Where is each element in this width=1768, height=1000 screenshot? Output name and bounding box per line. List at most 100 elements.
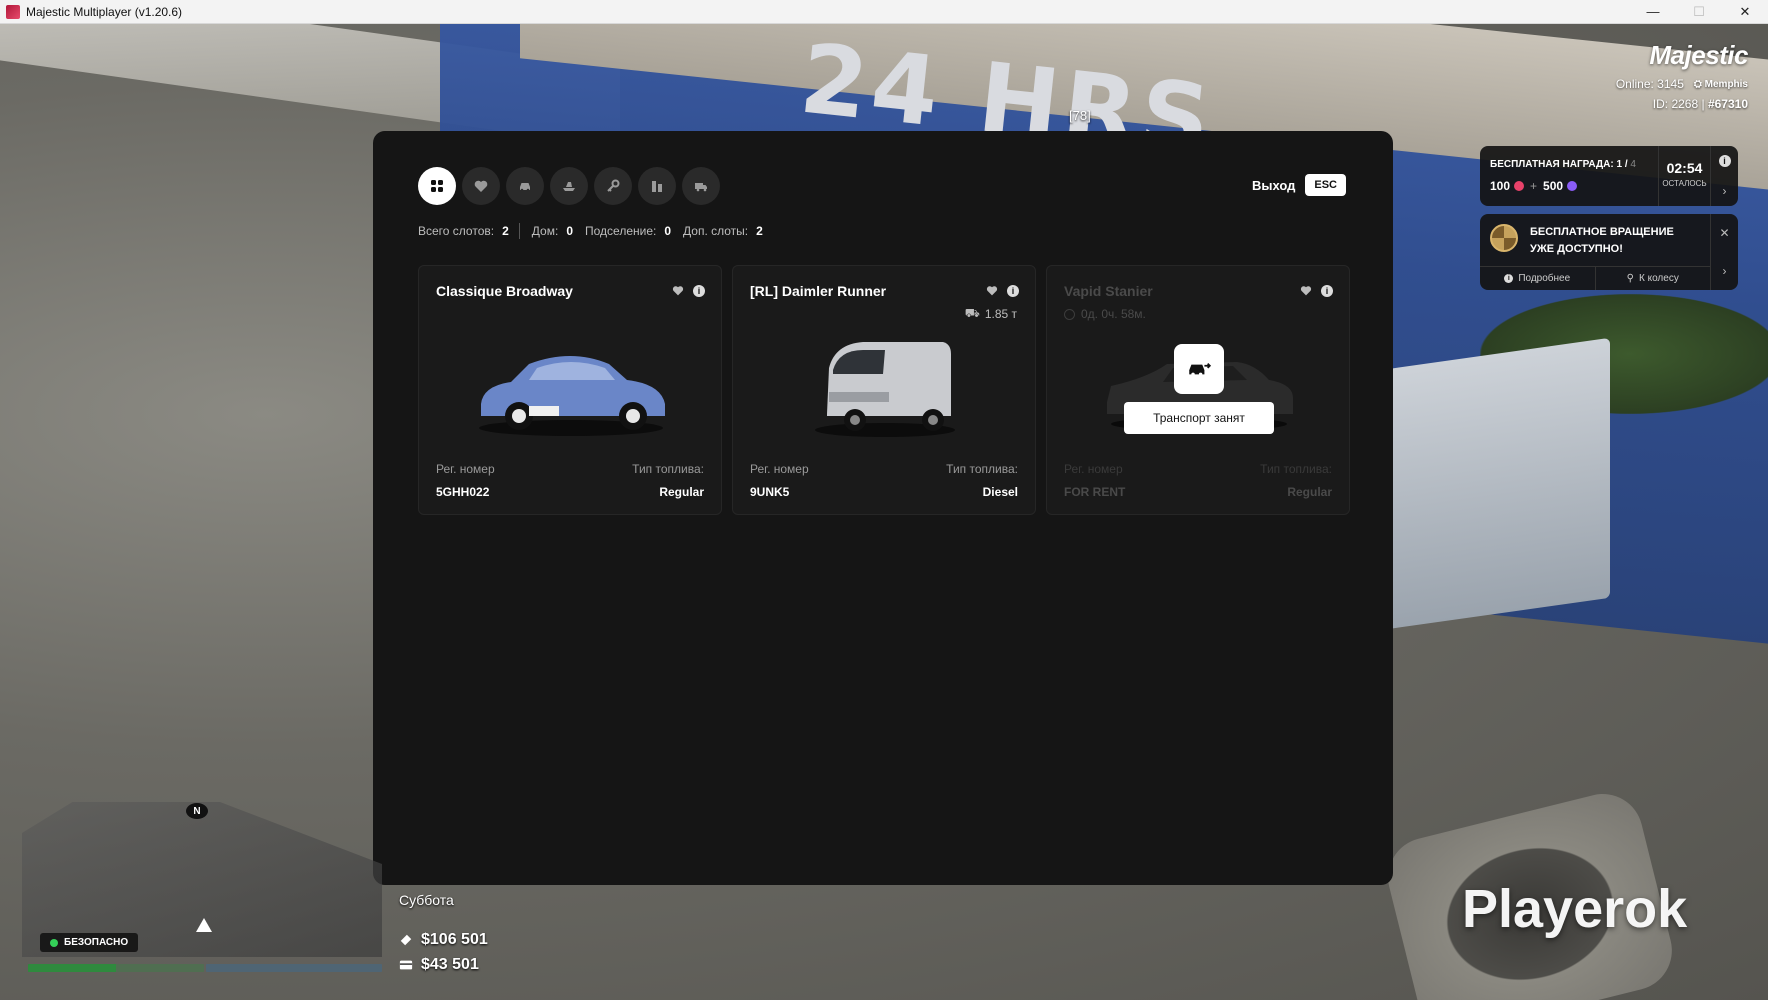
player-arrow-icon: [196, 918, 212, 932]
cash-balance: $106 501: [399, 931, 488, 949]
tab-trucks[interactable]: [682, 167, 720, 205]
app-icon: [6, 4, 20, 19]
classic-car-image: [479, 356, 665, 436]
reward-time: 02:54: [1666, 160, 1703, 176]
info-icon[interactable]: i: [1007, 284, 1019, 297]
spin-title: БЕСПЛАТНОЕ ВРАЩЕНИЕ УЖЕ ДОСТУПНО!: [1530, 226, 1674, 255]
zone-status: БЕЗОПАСНО: [40, 933, 139, 952]
chevron-right-icon[interactable]: ›: [1723, 264, 1727, 278]
close-icon[interactable]: ✕: [1719, 226, 1729, 240]
server-name: ⛭ Memphis: [1693, 78, 1748, 90]
tab-boats[interactable]: [550, 167, 588, 205]
fuel-value: Diesel: [982, 485, 1018, 499]
window-title: Majestic Multiplayer (v1.20.6): [26, 4, 183, 19]
free-spin-notification: БЕСПЛАТНОЕ ВРАЩЕНИЕ УЖЕ ДОСТУПНО! i Подр…: [1480, 214, 1738, 290]
tab-favorites[interactable]: [462, 167, 500, 205]
garage-panel: Выход ESC Всего слотов: 2 Дом: 0 Подселени…: [373, 131, 1393, 885]
window-controls: — ☐ ✕: [1630, 0, 1768, 24]
trash-bin: [1380, 337, 1610, 631]
spin-actions: i Подробнее ⚲ К колесу: [1480, 266, 1710, 290]
status-dot-icon: [50, 938, 58, 947]
vehicle-card[interactable]: Vapid Stanier i 0д. 0ч. 58м. Транспорт з…: [1046, 265, 1350, 515]
location-pin-icon: ⚲: [1626, 273, 1634, 284]
vehicle-name: [RL] Daimler Runner: [750, 283, 887, 299]
heart-icon: [474, 180, 488, 192]
info-icon[interactable]: i: [1718, 154, 1731, 167]
truck-icon: ⛟: [964, 306, 980, 320]
fuel-value: Regular: [659, 485, 704, 499]
rent-time-value: 0д. 0ч. 58м.: [1081, 307, 1146, 321]
card-actions: i: [671, 284, 705, 297]
details-button[interactable]: i Подробнее: [1480, 267, 1595, 290]
gem-icon: [1567, 181, 1578, 191]
maximize-button[interactable]: ☐: [1676, 0, 1722, 24]
tab-all[interactable]: [418, 167, 456, 205]
wheel-icon: [1490, 224, 1518, 252]
chevron-right-icon[interactable]: ›: [1723, 184, 1727, 198]
vehicle-card[interactable]: Classique Broadway i Рег. номер Тип топл…: [418, 265, 722, 515]
reg-label: Рег. номер: [750, 462, 809, 476]
reward-total: 4: [1630, 159, 1636, 170]
vehicle-name: Vapid Stanier: [1064, 283, 1153, 299]
tab-cars[interactable]: [506, 167, 544, 205]
cash-value: $106 501: [421, 931, 488, 948]
vehicle-list: Classique Broadway i Рег. номер Тип топл…: [418, 265, 1350, 515]
plus-sign: +: [1530, 179, 1538, 193]
reg-label: Рег. номер: [436, 462, 495, 476]
reward-side: i ›: [1710, 146, 1738, 206]
house-slots-label: Дом:: [531, 224, 559, 238]
grid-icon: [431, 180, 443, 192]
category-tabs: [418, 167, 720, 205]
fuel-label: Тип топлива:: [946, 462, 1018, 476]
divider: [518, 223, 520, 239]
house-slots-value: 0: [566, 224, 573, 238]
close-window-button[interactable]: ✕: [1722, 0, 1768, 24]
reward-title-text: БЕСПЛАТНАЯ НАГРАДА: 1 /: [1490, 159, 1628, 170]
info-icon[interactable]: i: [1321, 284, 1333, 297]
car-icon: [520, 183, 530, 192]
extra-slots-value: 2: [756, 224, 763, 238]
plate-value: 5GHH022: [436, 485, 490, 499]
to-wheel-button[interactable]: ⚲ К колесу: [1594, 267, 1711, 290]
info-icon[interactable]: i: [693, 284, 705, 297]
exit-label[interactable]: Выход: [1252, 178, 1295, 193]
sub-slots: Подселение: 0: [585, 224, 671, 238]
heart-icon[interactable]: [985, 284, 999, 297]
status-bars: [28, 964, 382, 972]
sub-slots-value: 0: [664, 224, 672, 238]
rent-time: 0д. 0ч. 58м.: [1064, 307, 1146, 321]
fuel-label: Тип топлива:: [1260, 462, 1332, 476]
fuel-label: Тип топлива:: [632, 462, 704, 476]
heart-icon[interactable]: [1299, 284, 1313, 297]
building-icon: [652, 181, 662, 192]
card-actions: i: [985, 284, 1019, 297]
free-reward-notification: БЕСПЛАТНАЯ НАГРАДА: 1 / 4 100 + 500 02:5…: [1480, 146, 1738, 206]
north-marker: N: [186, 803, 208, 819]
tab-business[interactable]: [638, 167, 676, 205]
reward-timer: 02:54 ОСТАЛОСЬ: [1658, 146, 1710, 206]
total-slots-label: Всего слотов:: [418, 224, 495, 238]
health-bar: [28, 964, 204, 972]
exit-control[interactable]: Выход ESC: [1252, 174, 1346, 196]
vehicle-card[interactable]: [RL] Daimler Runner i ⛟ 1.85 т Рег. номе…: [732, 265, 1036, 515]
minimize-button[interactable]: —: [1630, 0, 1676, 24]
sub-slots-label: Подселение:: [585, 224, 657, 238]
tab-keys[interactable]: [594, 167, 632, 205]
key-icon: [607, 179, 620, 192]
cargo-weight: ⛟ 1.85 т: [965, 306, 1017, 322]
hud-brand: Majestic Online: 3145 ⛭ Memphis ID: 2268…: [1616, 40, 1749, 111]
reward-time-label: ОСТАЛОСЬ: [1662, 179, 1707, 188]
car-exit-icon: [1174, 344, 1224, 394]
clock-icon: [1064, 308, 1075, 320]
heart-icon[interactable]: [671, 284, 685, 297]
esc-button[interactable]: ESC: [1305, 174, 1346, 196]
reward-values: 100 + 500: [1490, 179, 1578, 193]
bank-value: $43 501: [421, 956, 479, 973]
extra-slots: Доп. слоты: 2: [683, 224, 763, 238]
armor-bar: [206, 964, 382, 972]
player-tag: [78]: [1069, 108, 1091, 123]
plate-value: FOR RENT: [1064, 485, 1126, 499]
vehicle-busy-button[interactable]: Транспорт занят: [1124, 402, 1274, 434]
van-image: [815, 342, 955, 437]
boat-icon: [563, 182, 575, 191]
